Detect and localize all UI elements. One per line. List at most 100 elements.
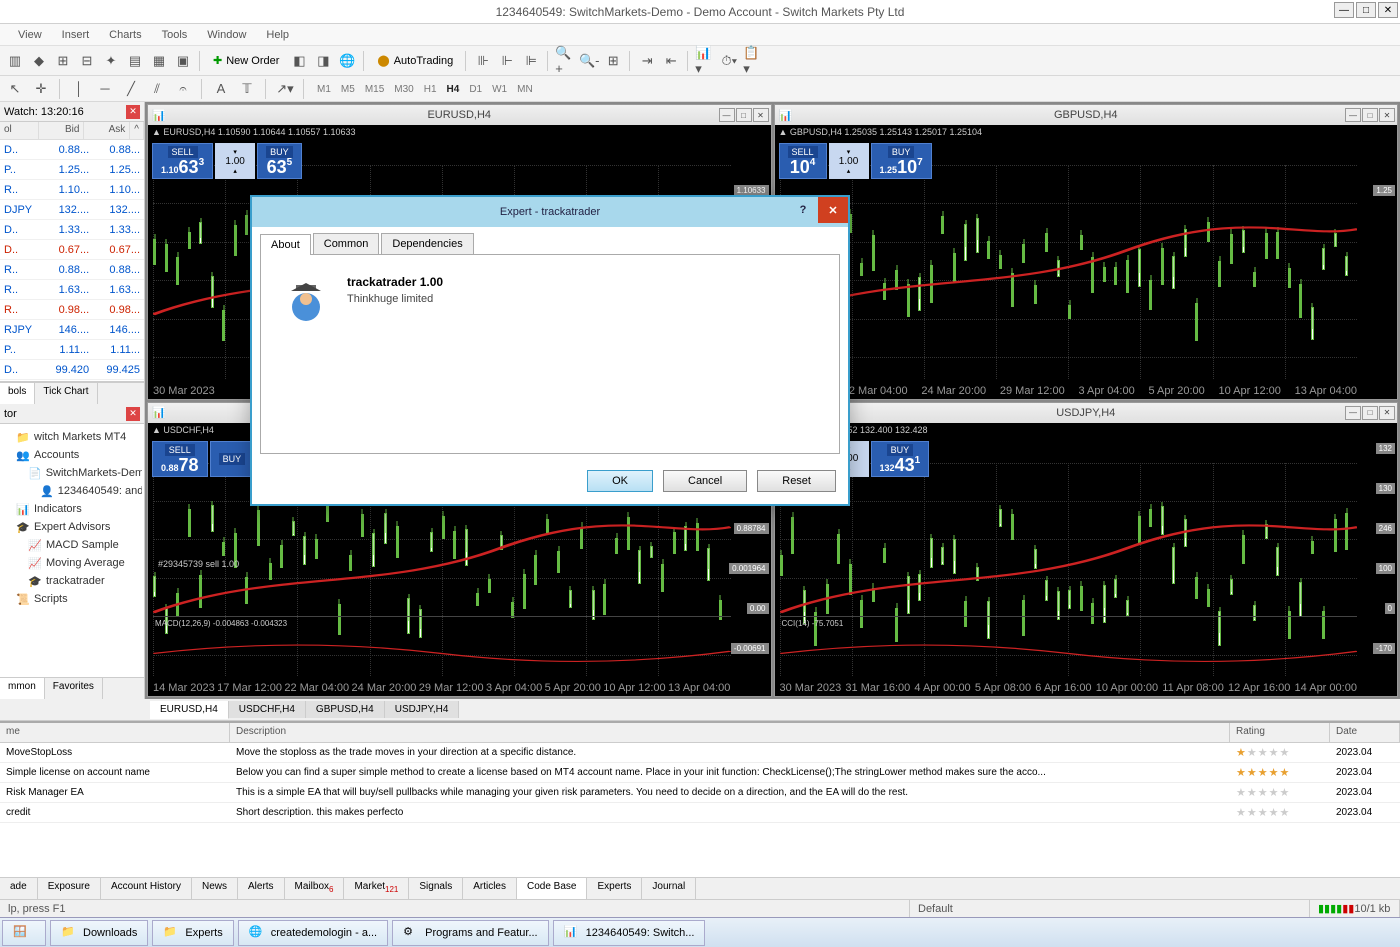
- tab-tick-chart[interactable]: Tick Chart: [35, 383, 97, 404]
- reset-button[interactable]: Reset: [757, 470, 836, 492]
- tab-common[interactable]: mmon: [0, 678, 45, 699]
- buy-button[interactable]: BUY: [210, 441, 255, 477]
- lot-input[interactable]: [831, 156, 867, 167]
- market-watch-icon[interactable]: ⊞: [52, 50, 74, 72]
- market-watch-row[interactable]: P..1.25...1.25...: [0, 160, 144, 180]
- timeframe-M5[interactable]: M5: [336, 84, 360, 95]
- navigator-icon[interactable]: ✦: [100, 50, 122, 72]
- tree-item[interactable]: 📈Moving Average: [2, 554, 142, 572]
- terminal-row[interactable]: creditShort description. this makes perf…: [0, 803, 1400, 823]
- market-watch-row[interactable]: RJPY146....146....: [0, 320, 144, 340]
- market-watch-row[interactable]: DJPY132....132....: [0, 200, 144, 220]
- lot-size[interactable]: ▾▴: [829, 143, 869, 179]
- cursor-icon[interactable]: ↖: [4, 78, 26, 100]
- market-watch-row[interactable]: D..1.33...1.33...: [0, 220, 144, 240]
- minimize-icon[interactable]: —: [1345, 406, 1361, 420]
- strategy-tester-icon[interactable]: ▦: [148, 50, 170, 72]
- col-name[interactable]: me: [0, 723, 230, 742]
- menu-help[interactable]: Help: [256, 24, 299, 45]
- menu-tools[interactable]: Tools: [152, 24, 198, 45]
- timeframe-D1[interactable]: D1: [464, 84, 487, 95]
- maximize-icon[interactable]: □: [736, 108, 752, 122]
- market-watch-row[interactable]: R..0.88...0.88...: [0, 260, 144, 280]
- market-watch-row[interactable]: D..0.88...0.88...: [0, 140, 144, 160]
- periodicity-icon[interactable]: ⏱▾: [718, 50, 740, 72]
- tree-item[interactable]: 📜Scripts: [2, 590, 142, 608]
- maximize-icon[interactable]: □: [1362, 406, 1378, 420]
- tree-item[interactable]: 📈MACD Sample: [2, 536, 142, 554]
- tab-symbols[interactable]: bols: [0, 383, 35, 404]
- market-watch-row[interactable]: P..1.11...1.11...: [0, 340, 144, 360]
- timeframe-M30[interactable]: M30: [389, 84, 418, 95]
- terminal-icon[interactable]: ▤: [124, 50, 146, 72]
- col-symbol[interactable]: ol: [0, 122, 39, 139]
- metaquotes-icon[interactable]: ▣: [172, 50, 194, 72]
- tree-item[interactable]: 👤1234640549: andr: [2, 482, 142, 500]
- terminal-tab-code-base[interactable]: Code Base: [517, 878, 587, 899]
- close-button[interactable]: ✕: [818, 197, 848, 223]
- fibo-icon[interactable]: 𝄐: [172, 78, 194, 100]
- taskbar-item[interactable]: 🪟: [2, 920, 46, 946]
- buy-button[interactable]: BUY635: [257, 143, 302, 179]
- tree-item[interactable]: 👥Accounts: [2, 446, 142, 464]
- tree-item[interactable]: 🎓Expert Advisors: [2, 518, 142, 536]
- timeframe-H1[interactable]: H1: [419, 84, 442, 95]
- templates-icon[interactable]: 📋▾: [742, 50, 764, 72]
- market-watch-row[interactable]: R..1.63...1.63...: [0, 280, 144, 300]
- terminal-tab-news[interactable]: News: [192, 878, 238, 899]
- hline-icon[interactable]: ─: [94, 78, 116, 100]
- tree-item[interactable]: 📄SwitchMarkets-Demo: [2, 464, 142, 482]
- chart-canvas[interactable]: ▲ 132.495 132.552 132.400 132.428 SELL ▾…: [775, 423, 1398, 697]
- buy-button[interactable]: BUY1.25107: [871, 143, 932, 179]
- terminal-tab-mailbox[interactable]: Mailbox6: [285, 878, 345, 899]
- minimize-button[interactable]: —: [1334, 2, 1354, 18]
- taskbar-item[interactable]: 🌐createdemologin - a...: [238, 920, 388, 946]
- sell-button[interactable]: SELL104: [779, 143, 827, 179]
- sell-button[interactable]: SELL0.8878: [152, 441, 208, 477]
- tab-favorites[interactable]: Favorites: [45, 678, 103, 699]
- terminal-row[interactable]: Risk Manager EAThis is a simple EA that …: [0, 783, 1400, 803]
- terminal-tab-journal[interactable]: Journal: [642, 878, 696, 899]
- col-bid[interactable]: Bid: [39, 122, 85, 139]
- close-icon[interactable]: ✕: [1379, 406, 1395, 420]
- dialog-tab-about[interactable]: About: [260, 234, 311, 255]
- dialog-tab-dependencies[interactable]: Dependencies: [381, 233, 473, 254]
- line-chart-icon[interactable]: ⊫: [520, 50, 542, 72]
- chart-tab[interactable]: USDCHF,H4: [229, 701, 306, 718]
- options-icon[interactable]: ◨: [312, 50, 334, 72]
- market-watch-row[interactable]: D..0.67...0.67...: [0, 240, 144, 260]
- close-icon[interactable]: ✕: [126, 407, 140, 421]
- menu-insert[interactable]: Insert: [52, 24, 100, 45]
- status-profile[interactable]: Default: [910, 900, 1310, 917]
- minimize-icon[interactable]: —: [719, 108, 735, 122]
- terminal-tab-experts[interactable]: Experts: [587, 878, 642, 899]
- dialog-tab-common[interactable]: Common: [313, 233, 380, 254]
- menu-charts[interactable]: Charts: [99, 24, 151, 45]
- tree-item[interactable]: 🎓trackatrader: [2, 572, 142, 590]
- trendline-icon[interactable]: ╱: [120, 78, 142, 100]
- metaeditor-icon[interactable]: ◧: [288, 50, 310, 72]
- tile-icon[interactable]: ⊞: [602, 50, 624, 72]
- data-window-icon[interactable]: ⊟: [76, 50, 98, 72]
- autotrading-button[interactable]: ⬤AutoTrading: [370, 50, 460, 72]
- maximize-button[interactable]: □: [1356, 2, 1376, 18]
- arrows-icon[interactable]: ↗▾: [274, 78, 296, 100]
- timeframe-H4[interactable]: H4: [442, 84, 465, 95]
- market-watch-row[interactable]: R..0.98...0.98...: [0, 300, 144, 320]
- bar-chart-icon[interactable]: ⊪: [472, 50, 494, 72]
- timeframe-W1[interactable]: W1: [487, 84, 512, 95]
- buy-button[interactable]: BUY132431: [871, 441, 930, 477]
- close-button[interactable]: ✕: [1378, 2, 1398, 18]
- chart-shift-icon[interactable]: ⇤: [660, 50, 682, 72]
- lot-input[interactable]: [217, 156, 253, 167]
- col-ask[interactable]: Ask: [84, 122, 130, 139]
- timeframe-MN[interactable]: MN: [512, 84, 538, 95]
- terminal-tab-market[interactable]: Market121: [344, 878, 409, 899]
- crosshair-icon[interactable]: ✛: [30, 78, 52, 100]
- menu-window[interactable]: Window: [197, 24, 256, 45]
- close-icon[interactable]: ✕: [1379, 108, 1395, 122]
- terminal-tab-signals[interactable]: Signals: [409, 878, 463, 899]
- tree-item[interactable]: 📊Indicators: [2, 500, 142, 518]
- text-icon[interactable]: A: [210, 78, 232, 100]
- zoom-out-icon[interactable]: 🔍-: [578, 50, 600, 72]
